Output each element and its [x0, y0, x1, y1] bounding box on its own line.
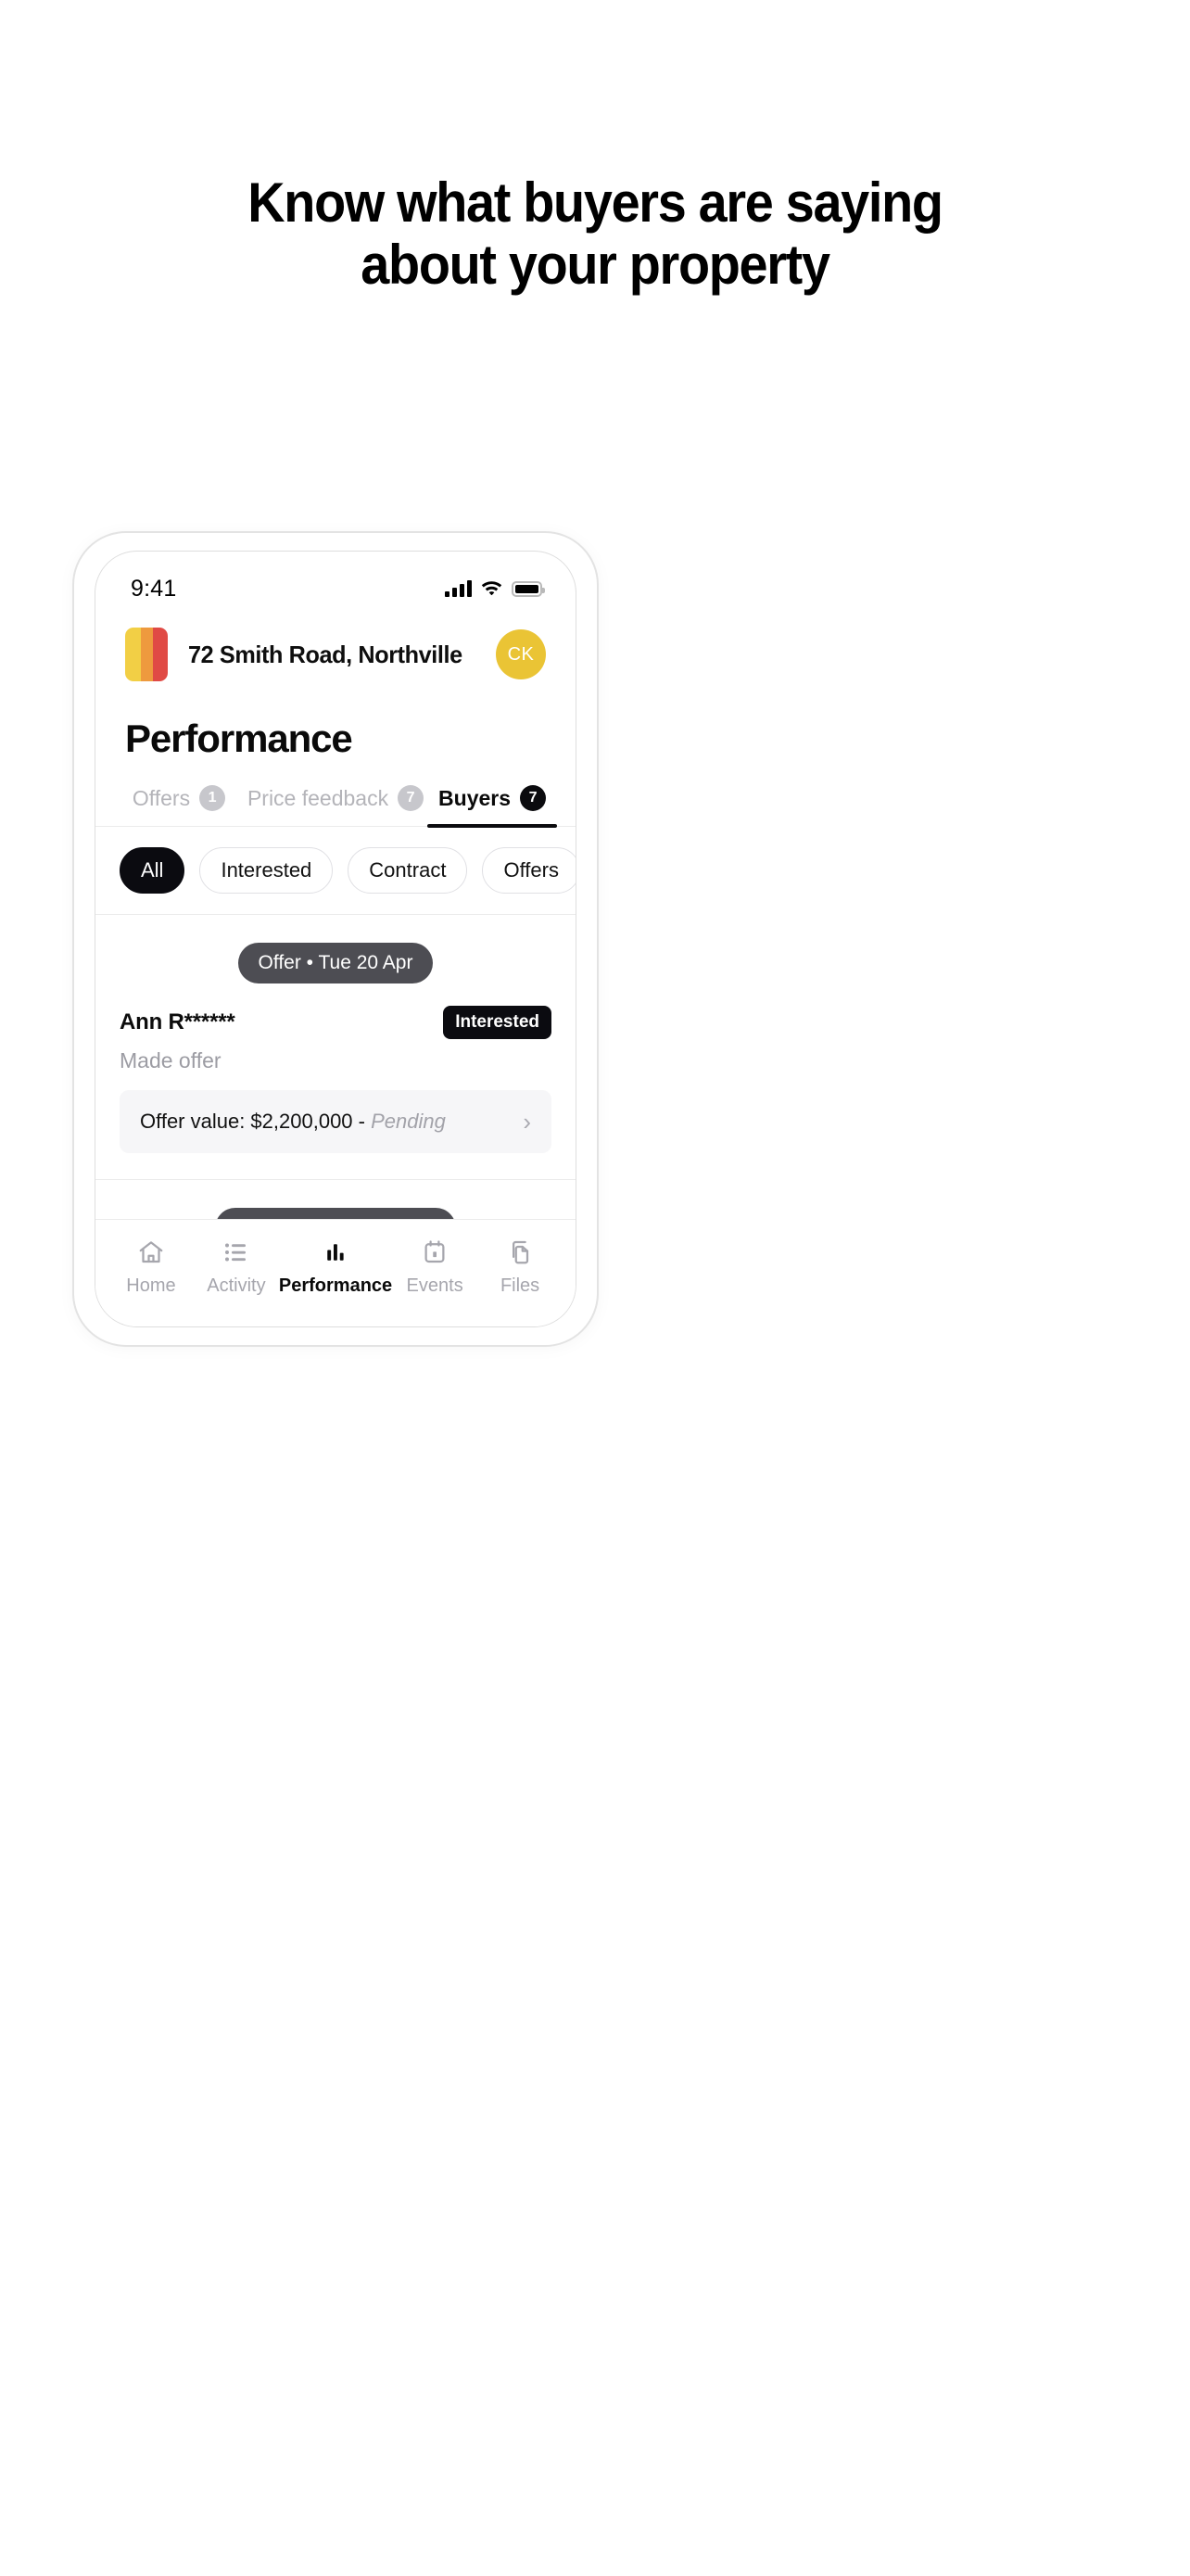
nav-item-activity[interactable]: Activity [194, 1238, 279, 1297]
property-address: 72 Smith Road, Northville [188, 640, 462, 668]
battery-icon [512, 580, 545, 597]
headline-line-2: about your property [361, 234, 830, 297]
status-bar: 9:41 [95, 552, 576, 609]
tab-buyers-label: Buyers [438, 785, 512, 810]
tab-offers[interactable]: Offers 1 [110, 785, 247, 826]
offer-value-text: Offer value: $2,200,000 - [140, 1110, 372, 1133]
tab-offers-badge: 1 [199, 785, 226, 811]
chip-contract[interactable]: Contract [348, 847, 468, 894]
event-pill-wrap: Offer • Tue 20 Apr [120, 915, 551, 1006]
buyer-subtitle: Made offer [120, 1048, 222, 1072]
nav-item-performance-label: Performance [278, 1275, 393, 1296]
chip-interested[interactable]: Interested [199, 847, 334, 894]
tab-price-feedback[interactable]: Price feedback 7 [247, 785, 424, 826]
filter-chips: All Interested Contract Offers Attendees [95, 827, 576, 915]
page-headline: Know what buyers are saying about your p… [42, 171, 1148, 296]
offer-status-text: Pending [371, 1110, 446, 1133]
offer-info-text: Offer value: $2,200,000 - Pending [140, 1107, 446, 1136]
home-icon [137, 1238, 165, 1266]
buyer-name: Ann R****** [120, 1009, 235, 1034]
avatar[interactable]: CK [496, 629, 546, 679]
wifi-icon [480, 578, 503, 600]
nav-item-performance[interactable]: Performance [279, 1238, 392, 1297]
buyer-card[interactable]: Offer • Tue 20 Apr Ann R****** Intereste… [95, 915, 576, 1180]
tab-offers-label: Offers [132, 785, 191, 810]
bar-chart-icon [322, 1238, 349, 1266]
chip-offers[interactable]: Offers [482, 847, 576, 894]
nav-item-events-label: Events [406, 1275, 463, 1296]
tab-price-feedback-badge: 7 [398, 785, 424, 811]
nav-item-home-label: Home [126, 1275, 176, 1296]
tab-bar: Offers 1 Price feedback 7 Buyers 7 [95, 761, 576, 828]
phone-screen: 9:41 72 Smith Road, Northville CK Perfor… [95, 551, 576, 1327]
status-icons [445, 578, 545, 600]
nav-item-activity-label: Activity [207, 1275, 266, 1296]
tab-buyers[interactable]: Buyers 7 [424, 785, 561, 828]
event-pill: Offer • Tue 20 Apr [237, 943, 434, 983]
bottom-navigation: Home Activity Performance Events Files [95, 1219, 576, 1326]
nav-item-home[interactable]: Home [108, 1238, 194, 1297]
buyer-name-row: Ann R****** Interested [120, 1006, 551, 1039]
app-logo-icon [125, 628, 168, 681]
status-badge: Interested [443, 1006, 551, 1039]
app-header: 72 Smith Road, Northville CK [95, 609, 576, 689]
list-icon [222, 1238, 250, 1266]
headline-line-1: Know what buyers are saying [247, 171, 943, 234]
tab-buyers-badge: 7 [520, 785, 547, 811]
offer-info-box[interactable]: Offer value: $2,200,000 - Pending › [120, 1090, 551, 1153]
nav-item-files[interactable]: Files [477, 1238, 563, 1297]
status-time: 9:41 [131, 575, 177, 602]
chevron-right-icon[interactable]: › [523, 1110, 531, 1134]
tab-price-feedback-label: Price feedback [247, 785, 389, 810]
calendar-icon [421, 1238, 449, 1266]
cellular-signal-icon [445, 580, 472, 597]
page-title: Performance [125, 717, 353, 760]
nav-item-events[interactable]: Events [392, 1238, 477, 1297]
chip-all[interactable]: All [120, 847, 185, 894]
nav-item-files-label: Files [500, 1275, 540, 1296]
files-icon [506, 1238, 534, 1266]
